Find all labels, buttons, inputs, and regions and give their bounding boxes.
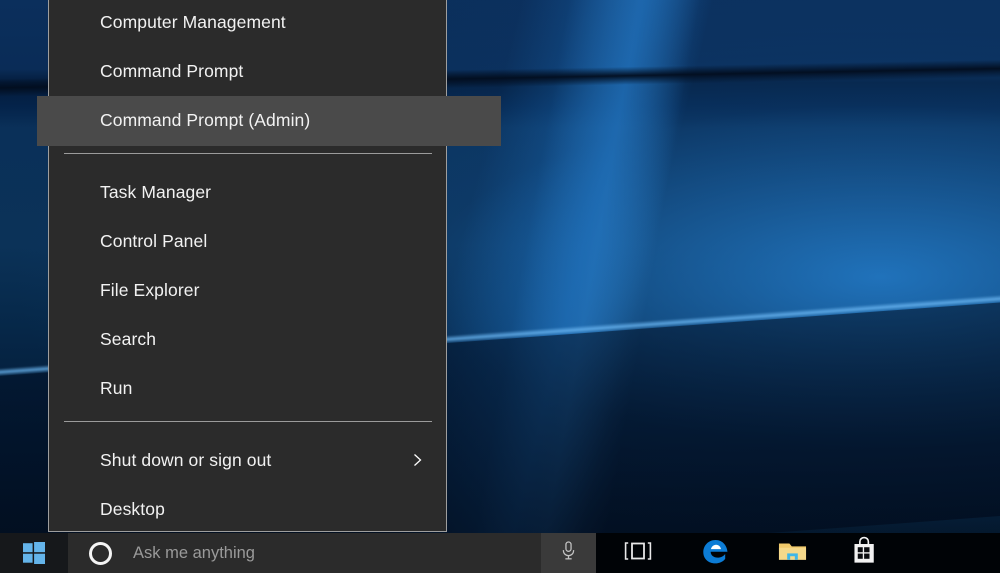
taskbar: Ask me anything	[0, 533, 1000, 573]
task-view-button[interactable]	[607, 533, 669, 573]
cortana-ring-icon	[89, 541, 112, 565]
menu-item-label: Shut down or sign out	[100, 449, 272, 470]
menu-item-label: Desktop	[100, 498, 165, 519]
microsoft-store-button[interactable]	[833, 533, 895, 573]
microsoft-store-icon	[851, 536, 878, 570]
menu-item-run[interactable]: Run	[49, 364, 446, 413]
menu-item-task-manager[interactable]: Task Manager	[49, 168, 446, 217]
file-explorer-icon	[778, 539, 807, 568]
chevron-right-icon	[411, 454, 424, 467]
menu-item-shut-down-or-sign-out[interactable]: Shut down or sign out	[49, 436, 446, 485]
menu-item-label: Command Prompt (Admin)	[100, 110, 311, 131]
menu-item-label: Run	[100, 378, 133, 399]
menu-item-label: Command Prompt	[100, 61, 244, 82]
file-explorer-button[interactable]	[761, 533, 823, 573]
power-menu-group-3: Shut down or sign out Desktop	[49, 436, 446, 534]
screen: Computer Management Command Prompt Comma…	[0, 0, 1000, 573]
menu-item-command-prompt[interactable]: Command Prompt	[49, 47, 446, 96]
menu-item-label: Search	[100, 329, 157, 350]
power-menu-group-2: Task Manager Control Panel File Explorer…	[49, 168, 446, 414]
menu-item-desktop[interactable]: Desktop	[49, 485, 446, 534]
win-x-power-user-menu[interactable]: Computer Management Command Prompt Comma…	[37, 0, 501, 534]
edge-browser-button[interactable]	[684, 533, 746, 573]
menu-separator	[64, 152, 432, 154]
microphone-button[interactable]	[541, 533, 596, 573]
microphone-icon	[560, 540, 577, 566]
menu-item-label: Control Panel	[100, 230, 208, 251]
menu-separator-2-wrap	[49, 420, 446, 436]
menu-item-label: Computer Management	[100, 12, 286, 32]
windows-logo-icon	[23, 542, 45, 564]
menu-separator-1-wrap	[49, 152, 446, 168]
task-view-icon	[623, 540, 653, 567]
start-button[interactable]	[0, 533, 68, 573]
menu-item-computer-management[interactable]: Computer Management	[49, 0, 446, 47]
edge-browser-icon	[700, 535, 731, 571]
menu-item-label: File Explorer	[100, 279, 200, 300]
power-menu-group-1: Computer Management Command Prompt Comma…	[37, 0, 501, 146]
search-placeholder: Ask me anything	[133, 543, 255, 562]
menu-item-command-prompt-admin[interactable]: Command Prompt (Admin)	[37, 96, 501, 146]
menu-item-label: Task Manager	[100, 181, 212, 202]
menu-item-file-explorer[interactable]: File Explorer	[49, 266, 446, 315]
menu-separator	[64, 420, 432, 422]
menu-item-control-panel[interactable]: Control Panel	[49, 217, 446, 266]
search-input[interactable]: Ask me anything	[68, 533, 596, 573]
menu-item-search[interactable]: Search	[49, 315, 446, 364]
